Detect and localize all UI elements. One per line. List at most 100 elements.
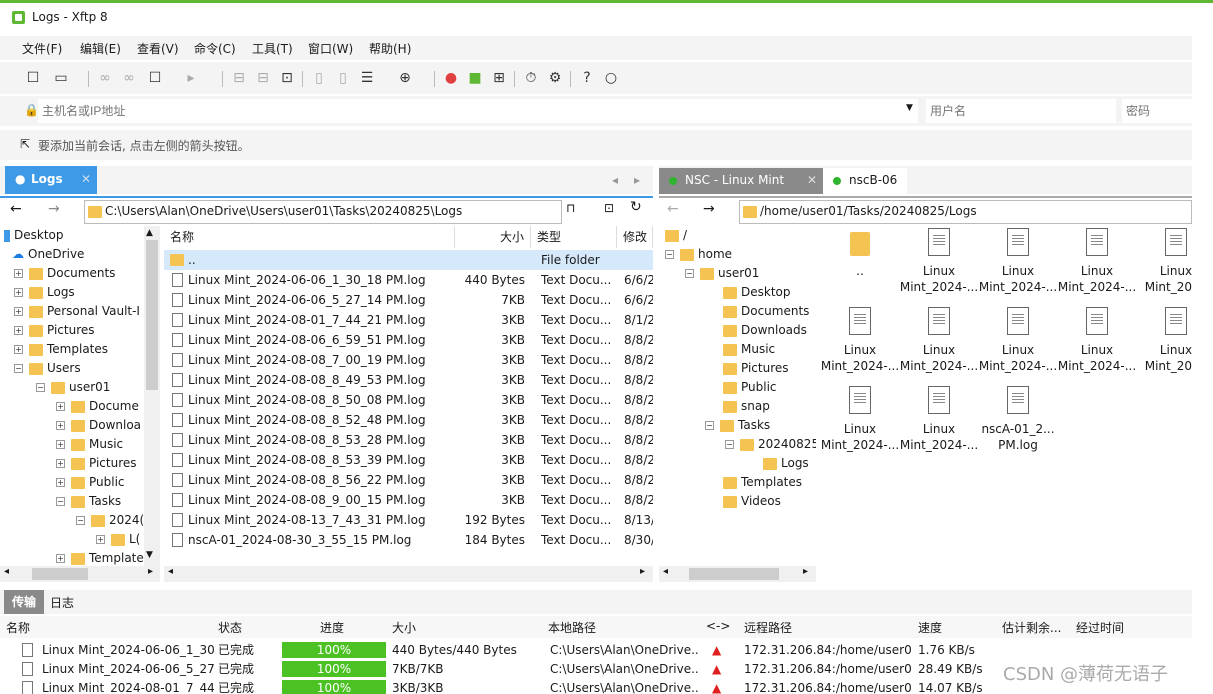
- local-path-field[interactable]: C:\Users\Alan\OneDrive\Users\user01\Task…: [84, 200, 562, 224]
- copy-icon[interactable]: ▯: [310, 69, 328, 87]
- tree-item-logs[interactable]: + Logs: [14, 283, 75, 302]
- menu-file[interactable]: 文件(F): [22, 40, 62, 57]
- scroll-right-icon[interactable]: ▸: [640, 566, 645, 577]
- forward-icon[interactable]: →: [703, 201, 715, 217]
- tree-item-desktop[interactable]: Desktop: [4, 226, 64, 245]
- col-header-modified[interactable]: 修改: [617, 226, 653, 248]
- scroll-right-icon[interactable]: ▸: [803, 566, 808, 577]
- file-icon-item[interactable]: Linux Mint_2024: [1136, 226, 1192, 296]
- menu-command[interactable]: 命令(C): [194, 40, 236, 57]
- table-row[interactable]: Linux Mint_2024-08-08_8_50_08 PM.log 3KB T…: [164, 390, 653, 410]
- col-header-size[interactable]: 大小: [455, 226, 531, 248]
- tree-item-user-pictures[interactable]: + Pictures: [56, 454, 137, 473]
- file-icon-item[interactable]: Linux Mint_2024: [1136, 305, 1192, 375]
- file-icon-item[interactable]: Linux Mint_2024-...: [1057, 226, 1137, 296]
- tab-local-logs[interactable]: ● Logs ✕: [5, 166, 97, 194]
- tree-item-user01[interactable]: − user01: [685, 264, 759, 283]
- table-row[interactable]: Linux Mint_2024-08-01_7_44_21 PM.log 3KB T…: [164, 310, 653, 330]
- col-header-local-path[interactable]: 本地路径: [548, 619, 596, 636]
- forward-icon[interactable]: →: [48, 201, 60, 217]
- col-header-speed[interactable]: 速度: [918, 619, 942, 636]
- expand-icon[interactable]: +: [14, 307, 23, 316]
- tree-item-20240825[interactable]: −20240825: [725, 435, 816, 454]
- file-icon-item[interactable]: Linux Mint_2024-...: [899, 226, 979, 296]
- tree-scroll-thumb[interactable]: [146, 240, 158, 390]
- table-row[interactable]: nscA-01_2024-08-30_3_55_15 PM.log 184 Byt…: [164, 530, 653, 550]
- table-row[interactable]: Linux Mint_2024-06-06_5_27_14 PM.log 7KB T…: [164, 290, 653, 310]
- tree-item-pictures[interactable]: Pictures: [723, 359, 789, 378]
- col-header-name[interactable]: 名称: [164, 226, 455, 248]
- globe-icon[interactable]: ⊕: [396, 69, 414, 87]
- scroll-right-icon[interactable]: ▸: [148, 566, 153, 577]
- collapse-icon[interactable]: −: [705, 421, 714, 430]
- tree-item-user-music[interactable]: + Music: [56, 435, 123, 454]
- open-folder-icon[interactable]: ▭: [52, 69, 70, 87]
- tree-item-videos[interactable]: Videos: [723, 492, 781, 511]
- file-icon-item[interactable]: Linux Mint_2024-...: [978, 305, 1058, 375]
- table-row[interactable]: Linux Mint_2024-08-08_8_49_53 PM.log 3KB T…: [164, 370, 653, 390]
- menu-tools[interactable]: 工具(T): [252, 40, 293, 57]
- tree-item-downloads[interactable]: Downloads: [723, 321, 807, 340]
- tree-item-desktop[interactable]: Desktop: [723, 283, 791, 302]
- tab-log[interactable]: 日志: [50, 594, 74, 611]
- tab-next-icon[interactable]: ▸: [634, 173, 640, 187]
- collapse-icon[interactable]: −: [56, 497, 65, 506]
- tab-nscb-06[interactable]: nscB-06: [823, 168, 907, 194]
- remote-path-field[interactable]: /home/user01/Tasks/20240825/Logs: [739, 200, 1192, 224]
- refresh-icon[interactable]: ↻: [630, 199, 642, 215]
- tree-item-documents[interactable]: Documents: [723, 302, 809, 321]
- tree-item-music[interactable]: Music: [723, 340, 775, 359]
- tab-transfer[interactable]: 传输: [4, 590, 44, 614]
- file-icon-item[interactable]: Linux Mint_2024-...: [978, 226, 1058, 296]
- tree-item-user01[interactable]: − user01: [36, 378, 110, 397]
- new-session-icon[interactable]: ☐: [24, 69, 42, 87]
- file-icon-item[interactable]: nscA-01_2... PM.log: [978, 384, 1058, 454]
- col-header-remote-path[interactable]: 远程路径: [744, 619, 792, 636]
- col-header-progress[interactable]: 进度: [320, 619, 344, 636]
- tree-item-snap[interactable]: snap: [723, 397, 770, 416]
- menu-window[interactable]: 窗口(W): [308, 40, 353, 57]
- tree-item-user-templates[interactable]: + Template: [56, 549, 144, 566]
- tree-item-logs-sub[interactable]: + L(: [96, 530, 140, 549]
- remote-tree-hscrollbar[interactable]: ◂ ▸: [659, 566, 816, 582]
- tree-item-user-public[interactable]: + Public: [56, 473, 125, 492]
- expand-icon[interactable]: +: [14, 288, 23, 297]
- chevron-down-icon[interactable]: ▼: [906, 103, 913, 113]
- col-header-status[interactable]: 状态: [218, 619, 242, 636]
- menu-view[interactable]: 查看(V): [137, 40, 179, 57]
- collapse-icon[interactable]: −: [14, 364, 23, 373]
- scroll-up-icon[interactable]: ▲: [146, 228, 153, 238]
- col-header-elapsed[interactable]: 经过时间: [1076, 619, 1124, 636]
- expand-icon[interactable]: +: [56, 459, 65, 468]
- tab-prev-icon[interactable]: ◂: [612, 173, 618, 187]
- table-row[interactable]: Linux Mint_2024-08-08_8_52_48 PM.log 3KB T…: [164, 410, 653, 430]
- tree-item-users[interactable]: − Users: [14, 359, 81, 378]
- tab-nsc-linux-mint[interactable]: NSC - Linux Mint ✕: [659, 168, 823, 194]
- collapse-icon[interactable]: −: [665, 250, 674, 259]
- menu-help[interactable]: 帮助(H): [369, 40, 411, 57]
- tree-item-personal-vault[interactable]: + Personal Vault-I: [14, 302, 140, 321]
- col-header-direction[interactable]: <->: [706, 619, 730, 633]
- col-header-eta[interactable]: 估计剩余...: [1002, 619, 1061, 636]
- file-icon-item[interactable]: ..: [820, 226, 900, 296]
- collapse-icon[interactable]: −: [36, 383, 45, 392]
- tree-item-public[interactable]: Public: [723, 378, 777, 397]
- sync-icon[interactable]: ⊡: [278, 69, 296, 87]
- hscroll-thumb[interactable]: [32, 568, 88, 580]
- tree-item-templates[interactable]: Templates: [723, 473, 802, 492]
- expand-icon[interactable]: +: [56, 421, 65, 430]
- col-header-name[interactable]: 名称: [6, 619, 30, 636]
- scroll-left-icon[interactable]: ◂: [168, 566, 173, 577]
- link-icon[interactable]: ∞: [96, 69, 114, 87]
- expand-icon[interactable]: +: [14, 326, 23, 335]
- scroll-down-icon[interactable]: ▼: [146, 550, 153, 560]
- expand-icon[interactable]: +: [56, 402, 65, 411]
- table-row[interactable]: Linux Mint_2024-08-13_7_43_31 PM.log 192 …: [164, 510, 653, 530]
- transfer-row[interactable]: Linux Mint_2024-06-06_1_30... 已完成 100% 440 …: [0, 640, 1192, 660]
- expand-icon[interactable]: +: [56, 478, 65, 487]
- upload-icon[interactable]: ⊟: [230, 69, 248, 87]
- file-icon-item[interactable]: Linux Mint_2024-...: [820, 384, 900, 454]
- settings-icon[interactable]: ⚙: [546, 69, 564, 87]
- list-hscrollbar[interactable]: ◂ ▸: [164, 566, 653, 582]
- tree-item-pictures[interactable]: + Pictures: [14, 321, 95, 340]
